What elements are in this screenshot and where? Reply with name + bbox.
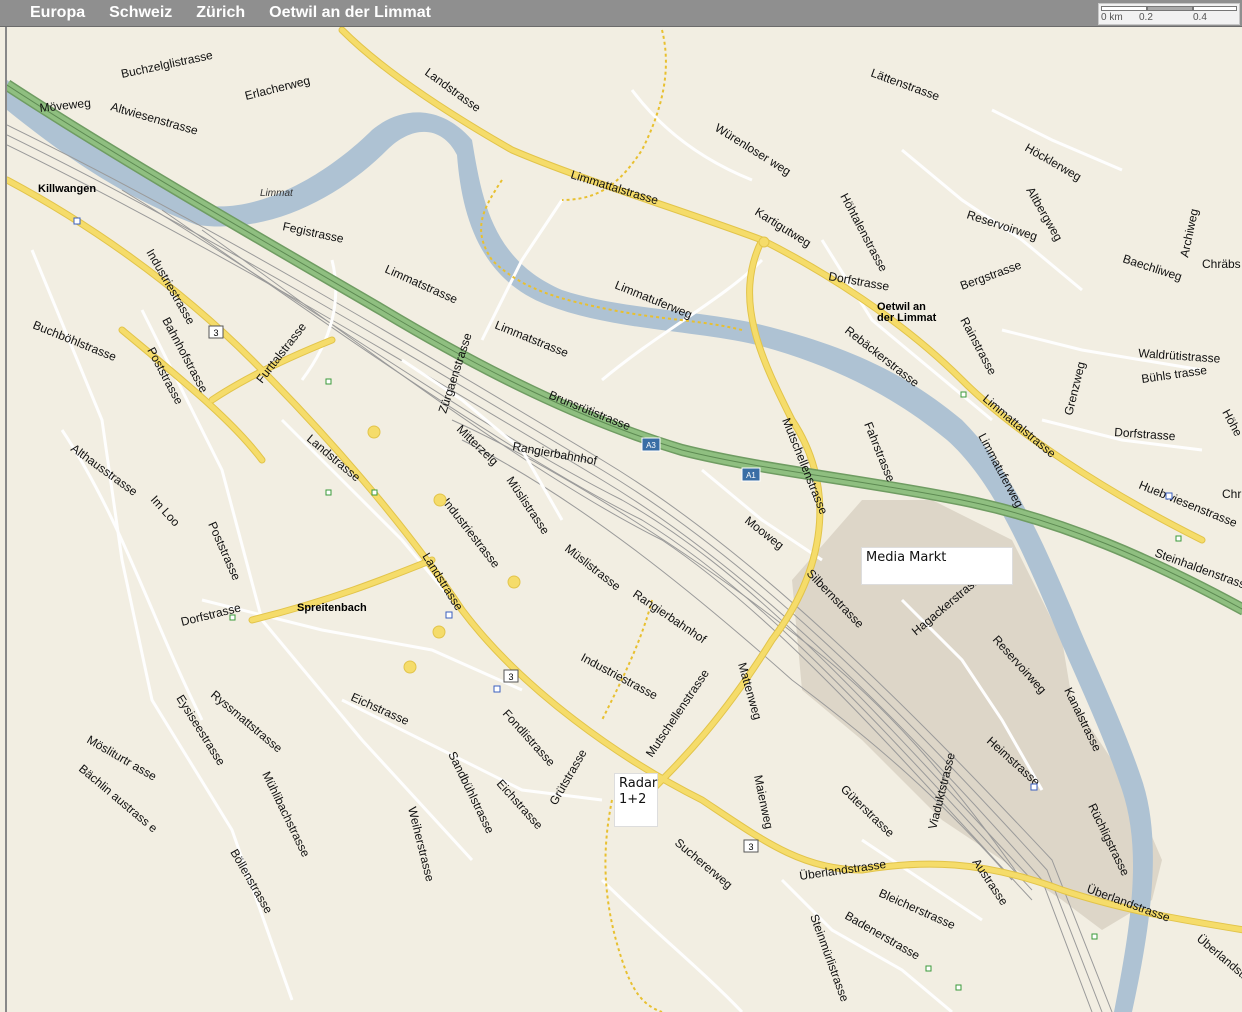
- scale-label-04: 0.4: [1193, 12, 1207, 23]
- shield-road-3-middle: 3: [503, 669, 519, 683]
- breadcrumb: Europa Schweiz Zürich Oetwil an der Limm…: [18, 3, 443, 23]
- place-spreitenbach[interactable]: Spreitenbach: [297, 602, 367, 614]
- shield-road-3-south: 3: [743, 839, 759, 853]
- map-scale-bar: 0 km 0.2 0.4: [1098, 3, 1240, 25]
- label-limmat: Limmat: [260, 188, 294, 199]
- shield-3-label: 3: [508, 672, 513, 682]
- callout-radar[interactable]: Radar 1+2: [614, 773, 658, 827]
- breadcrumb-europa[interactable]: Europa: [18, 3, 97, 23]
- shield-a1: A1: [741, 467, 761, 482]
- shield-3-label: 3: [748, 842, 753, 852]
- shield-a3: A3: [641, 437, 661, 452]
- breadcrumb-schweiz[interactable]: Schweiz: [97, 3, 184, 23]
- place-killwangen[interactable]: Killwangen: [38, 183, 96, 195]
- scale-segment: [1193, 6, 1237, 11]
- street-label: Chr: [1222, 487, 1241, 501]
- street-label: Chräbs: [1202, 257, 1241, 271]
- callout-radar-line2: 1+2: [619, 792, 647, 807]
- breadcrumb-zuerich[interactable]: Zürich: [184, 3, 257, 23]
- place-oetwil-line2[interactable]: der Limmat: [877, 312, 937, 324]
- top-toolbar: Europa Schweiz Zürich Oetwil an der Limm…: [0, 0, 1242, 27]
- map-canvas[interactable]: A3 A1 3 3 3 Killwangen Spreitenbach Oetw…: [5, 27, 1242, 1012]
- scale-segment: [1147, 6, 1193, 11]
- shield-3-label: 3: [213, 328, 218, 338]
- shield-a3-label: A3: [646, 441, 656, 450]
- callout-radar-line1: Radar: [619, 776, 658, 791]
- shield-a1-label: A1: [746, 471, 756, 480]
- scale-label-02: 0.2: [1139, 12, 1153, 23]
- map-svg[interactable]: A3 A1 3 3 3 Killwangen Spreitenbach Oetw…: [7, 27, 1242, 1012]
- shield-road-3-north: 3: [208, 325, 224, 339]
- breadcrumb-oetwil[interactable]: Oetwil an der Limmat: [257, 3, 443, 23]
- scale-label-0: 0 km: [1101, 12, 1123, 23]
- callout-media-markt[interactable]: Media Markt: [861, 547, 1013, 585]
- scale-segment: [1101, 6, 1147, 11]
